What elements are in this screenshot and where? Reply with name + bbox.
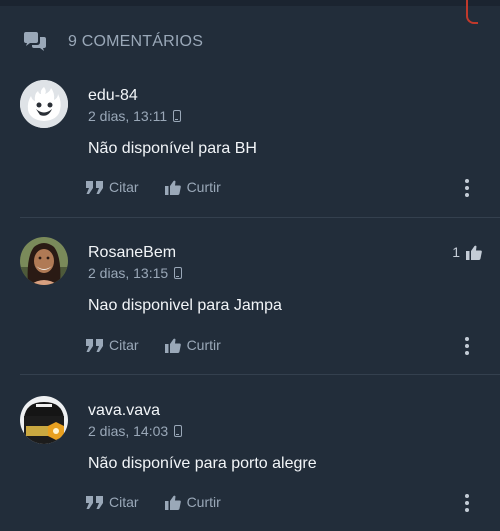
like-count-badge[interactable]: 1 <box>452 244 482 260</box>
more-options-button[interactable] <box>464 494 470 512</box>
like-label: Curtir <box>186 494 221 510</box>
comment-author[interactable]: vava.vava <box>88 402 160 420</box>
comment-actions: Citar Curtir <box>86 179 221 195</box>
comments-header: 9 COMENTÁRIOS <box>22 30 203 54</box>
quote-icon <box>86 495 103 509</box>
comment-text: Nao disponivel para Jampa <box>88 297 282 314</box>
comment-count: 9 COMENTÁRIOS <box>68 33 204 50</box>
quote-icon <box>86 180 103 194</box>
like-button[interactable]: Curtir <box>164 179 221 195</box>
like-count: 1 <box>452 244 460 260</box>
comment-author[interactable]: RosaneBem <box>88 244 176 262</box>
comment-actions: Citar Curtir <box>86 494 221 510</box>
avatar[interactable] <box>20 396 68 444</box>
quote-label: Citar <box>109 494 139 510</box>
comment-divider <box>20 374 500 375</box>
quote-label: Citar <box>109 179 139 195</box>
comment-text: Não disponíve para porto alegre <box>88 455 317 472</box>
mobile-device-icon <box>174 425 183 437</box>
top-bar <box>0 0 500 6</box>
quote-button[interactable]: Citar <box>86 179 139 195</box>
thumbs-up-icon <box>164 180 181 195</box>
more-options-button[interactable] <box>464 179 470 197</box>
like-button[interactable]: Curtir <box>164 494 221 510</box>
timestamp-text: 2 dias, 13:15 <box>88 265 169 281</box>
comment-timestamp: 2 dias, 13:11 <box>88 108 182 124</box>
quote-button[interactable]: Citar <box>86 494 139 510</box>
mobile-device-icon <box>174 267 183 279</box>
comment-timestamp: 2 dias, 13:15 <box>88 265 183 281</box>
like-label: Curtir <box>186 179 221 195</box>
more-options-button[interactable] <box>464 337 470 355</box>
avatar[interactable] <box>20 237 68 285</box>
avatar[interactable] <box>20 80 68 128</box>
quote-label: Citar <box>109 337 139 353</box>
comments-icon <box>22 31 48 53</box>
quote-icon <box>86 338 103 352</box>
like-button[interactable]: Curtir <box>164 337 221 353</box>
timestamp-text: 2 dias, 14:03 <box>88 423 169 439</box>
comment-author[interactable]: edu-84 <box>88 87 138 105</box>
comment-timestamp: 2 dias, 14:03 <box>88 423 183 439</box>
like-label: Curtir <box>186 337 221 353</box>
thumbs-up-icon <box>466 245 482 260</box>
timestamp-text: 2 dias, 13:11 <box>88 108 168 124</box>
quote-button[interactable]: Citar <box>86 337 139 353</box>
comment-text: Não disponível para BH <box>88 140 257 157</box>
red-mark-decoration <box>466 0 478 24</box>
thumbs-up-icon <box>164 495 181 510</box>
thumbs-up-icon <box>164 338 181 353</box>
mobile-device-icon <box>173 110 182 122</box>
comment-divider <box>20 217 500 218</box>
comment-actions: Citar Curtir <box>86 337 221 353</box>
